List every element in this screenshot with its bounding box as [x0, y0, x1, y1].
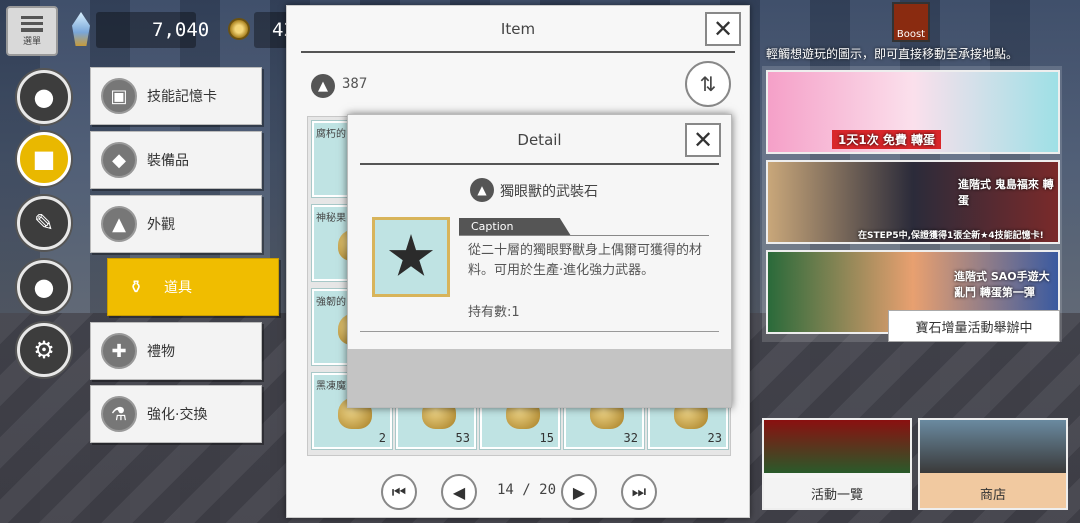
- banner-text: 1天1次 免費 轉蛋: [832, 130, 942, 149]
- item-count-label: 32: [623, 431, 638, 445]
- item-count: 387: [342, 76, 368, 92]
- gift-icon: ✚: [101, 333, 137, 369]
- outfit-icon: ▲: [101, 206, 137, 242]
- hint-text: 輕觸想遊玩的圖示，即可直接移動至承接地點。: [766, 47, 1019, 61]
- armor-stone-icon: [388, 234, 434, 276]
- quest-nav-button[interactable]: ✎: [17, 196, 71, 250]
- coin-count: 42: [254, 12, 295, 48]
- submenu-label: 裝備品: [147, 153, 189, 169]
- divider: [301, 51, 735, 53]
- profile-nav-button[interactable]: ●: [17, 70, 71, 124]
- detail-panel: Detail ✕ ▲ 獨眼獸的武裝石 Caption 從二十層的獨眼野獸身上偶爾…: [347, 114, 732, 408]
- tile-label: 商店: [920, 478, 1066, 508]
- event-speech-bubble: 寶石增量活動舉辦中: [888, 310, 1060, 342]
- item-count-label: 15: [539, 431, 554, 445]
- submenu-items[interactable]: ⚱ 道具: [107, 258, 279, 316]
- item-name: 黑凍魔: [316, 381, 346, 392]
- person-icon: ●: [33, 83, 55, 111]
- submenu-label: 禮物: [147, 344, 175, 360]
- prev-page-icon: ◀: [452, 482, 466, 502]
- group-icon: ●: [33, 273, 55, 301]
- item-count-label: 23: [707, 431, 722, 445]
- item-type-icon: ▲: [470, 178, 494, 202]
- submenu-upgrade-exchange[interactable]: ⚗ 強化·交換: [90, 385, 262, 443]
- shop-tile[interactable]: 商店: [918, 418, 1068, 510]
- first-page-icon: ⏮: [391, 482, 407, 501]
- sort-icon: ⇅: [699, 72, 717, 96]
- banner-text: 進階式 SAO手遊大亂鬥 轉蛋第一彈: [954, 270, 1050, 299]
- divider: [360, 331, 719, 332]
- item-close-button[interactable]: ✕: [705, 12, 741, 46]
- close-icon: ✕: [712, 15, 734, 43]
- potion-icon: ⚱: [128, 276, 144, 298]
- page-indicator: 14 / 20: [497, 482, 557, 498]
- menu-label: 選單: [22, 37, 41, 47]
- next-page-icon: ▶: [572, 482, 586, 502]
- submenu-label: 技能記憶卡: [147, 89, 217, 105]
- first-page-button[interactable]: ⏮: [381, 474, 417, 510]
- bag-icon: ■: [32, 145, 56, 173]
- item-thumbnail: [372, 217, 450, 297]
- free-gacha-banner[interactable]: 1天1次 免費 轉蛋: [766, 70, 1060, 154]
- submenu-outfit[interactable]: ▲ 外觀: [90, 195, 262, 253]
- document-icon: ✎: [33, 209, 55, 237]
- armor-icon: ◆: [101, 142, 137, 178]
- main-menu-button[interactable]: 選單: [6, 6, 58, 56]
- divider: [459, 235, 709, 236]
- submenu-gifts[interactable]: ✚ 禮物: [90, 322, 262, 380]
- item-name: 神秘果: [316, 213, 346, 224]
- submenu-label: 道具: [164, 280, 192, 296]
- submenu-equipment[interactable]: ◆ 裝備品: [90, 131, 262, 189]
- banner-subtext: 在STEP5中,保證獲得1張全新★4技能記憶卡!: [858, 231, 1044, 241]
- banner-text: 進階式 鬼島福來 轉蛋: [958, 178, 1054, 207]
- item-name: 腐朽的: [316, 129, 346, 140]
- item-name: 強韌的: [316, 297, 346, 308]
- submenu-label: 外觀: [147, 217, 175, 233]
- inventory-nav-button[interactable]: ■: [17, 132, 71, 186]
- holding-count: 持有數:1: [468, 305, 520, 320]
- detail-item-name: 獨眼獸的武裝石: [500, 184, 598, 200]
- detail-close-button[interactable]: ✕: [685, 123, 721, 157]
- event-list-tile[interactable]: 活動一覽: [762, 418, 912, 510]
- boost-button[interactable]: Boost: [892, 2, 930, 42]
- sort-button[interactable]: ⇅: [685, 61, 731, 107]
- item-count-icon: ▲: [311, 74, 335, 98]
- last-page-button[interactable]: ⏭: [621, 474, 657, 510]
- gear-icon: ⚙: [33, 336, 55, 364]
- friends-nav-button[interactable]: ●: [17, 260, 71, 314]
- last-page-icon: ⏭: [631, 482, 647, 501]
- item-count-label: 53: [455, 431, 470, 445]
- submenu-skill-cards[interactable]: ▣ 技能記憶卡: [90, 67, 262, 125]
- item-count-label: 2: [378, 431, 386, 445]
- caption-text: 從二十層的獨眼野獸身上偶爾可獲得的材料。可用於生產‧進化強力武器。: [468, 243, 703, 278]
- exchange-icon: ⚗: [101, 396, 137, 432]
- coin-icon: [228, 18, 250, 40]
- boost-label: Boost: [896, 29, 926, 40]
- crystal-count: 7,040: [96, 12, 209, 48]
- next-page-button[interactable]: ▶: [561, 474, 597, 510]
- submenu-label: 強化·交換: [147, 407, 208, 423]
- tile-label: 活動一覽: [764, 478, 910, 508]
- detail-title: Detail: [517, 131, 562, 149]
- card-icon: ▣: [101, 78, 137, 114]
- step-gacha-banner[interactable]: 進階式 鬼島福來 轉蛋 在STEP5中,保證獲得1張全新★4技能記憶卡!: [766, 160, 1060, 244]
- divider: [360, 163, 719, 165]
- close-icon: ✕: [692, 126, 714, 154]
- caption-tab: Caption: [459, 218, 571, 236]
- item-panel-title: Item: [500, 20, 536, 38]
- detail-footer: [348, 349, 731, 407]
- settings-nav-button[interactable]: ⚙: [17, 323, 71, 377]
- menu-icon: [21, 16, 43, 32]
- prev-page-button[interactable]: ◀: [441, 474, 477, 510]
